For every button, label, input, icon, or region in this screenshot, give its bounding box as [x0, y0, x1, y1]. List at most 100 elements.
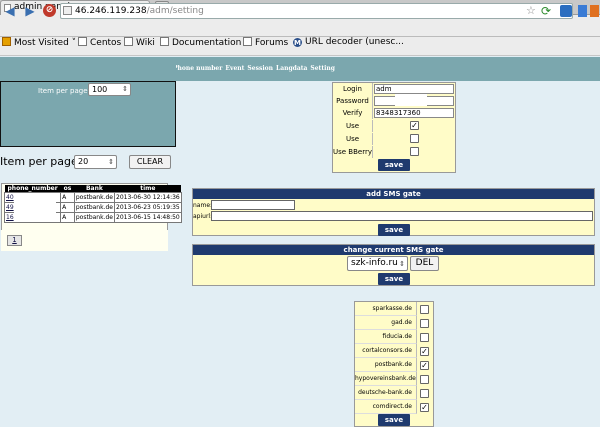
save-gate-button[interactable]: save: [378, 224, 410, 236]
extension-icon[interactable]: [578, 5, 587, 17]
bookmark-star-icon[interactable]: ☆: [526, 3, 536, 19]
use-android-label: Use Android: [333, 120, 373, 142]
column-header: Bank: [74, 185, 115, 193]
bank-cell: postbank.de: [73, 212, 116, 223]
apiurl-label: apiurl:: [193, 213, 213, 220]
stop-icon[interactable]: ⊘: [43, 4, 56, 17]
name-field[interactable]: [211, 200, 295, 210]
menu-event[interactable]: Event: [225, 65, 244, 72]
save-current-gate-button[interactable]: save: [378, 273, 410, 285]
column-header: time: [114, 185, 182, 193]
bank-name: fiducia.de: [355, 330, 417, 344]
phone-number[interactable]: 16: [6, 214, 14, 221]
bookmark-label: URL decoder (unesc...: [305, 37, 404, 47]
bank-checkbox[interactable]: [420, 305, 429, 314]
select-value: szk-info.ru: [351, 258, 398, 268]
url-path: /adm/setting: [146, 6, 204, 16]
delete-gate-button[interactable]: DEL: [410, 256, 439, 271]
bookmark-documentation[interactable]: Documentation: [160, 37, 241, 56]
items-per-page-label: Item per page:: [38, 87, 90, 95]
bank-name: sparkasse.de: [355, 302, 417, 316]
items-per-page-select[interactable]: 20 ⇕: [74, 155, 117, 169]
menu-setting[interactable]: Setting: [310, 65, 335, 72]
items-per-page-label: Item per page:: [0, 155, 82, 168]
url-bar[interactable]: 46.246.119.238/adm/setting: [60, 3, 573, 19]
bank-checkbox[interactable]: [420, 333, 429, 342]
bank-name: cortalconsors.de: [355, 344, 417, 358]
use-bberry-label: Use BBerry: [333, 146, 373, 158]
bank-checkbox[interactable]: [420, 319, 429, 328]
bank-name: gad.de: [355, 316, 417, 330]
os-cell: A: [60, 212, 75, 223]
login-field[interactable]: adm: [374, 84, 454, 94]
pager-panel: [1, 230, 168, 251]
bank-name: postbank.de: [355, 358, 417, 372]
os-cell: A: [60, 192, 75, 203]
bookmark-label: Documentation: [172, 38, 242, 48]
column-header: os: [60, 185, 75, 193]
use-symbian-label: Use Symbian: [333, 133, 373, 155]
bank-name: deutsche-bank.de: [355, 386, 417, 400]
verify-code-field[interactable]: 8348317360: [374, 108, 454, 118]
bank-name: hypovereinsbank.de: [355, 372, 417, 386]
sms-gate-select[interactable]: szk-info.ru ⇕: [347, 256, 408, 271]
page-icon: [243, 37, 252, 46]
site-identity-icon[interactable]: [63, 6, 72, 15]
use-symbian-checkbox[interactable]: [410, 134, 419, 143]
password-label: Password: [333, 95, 373, 107]
page-button[interactable]: 1: [7, 235, 22, 246]
bookmark-wiki[interactable]: Wiki: [124, 37, 155, 56]
bank-cell: postbank.de: [73, 202, 116, 213]
bank-checkbox[interactable]: [420, 389, 429, 398]
bookmark-label: Centos: [90, 38, 122, 48]
forward-arrow-icon[interactable]: ▶: [23, 4, 37, 18]
updown-icon: ⇕: [399, 260, 405, 268]
phone-number[interactable]: 49: [6, 204, 14, 211]
menu-session[interactable]: Session: [247, 65, 273, 72]
bookmark-forums[interactable]: Forums: [243, 37, 288, 56]
bookmark-label: Most Visited: [14, 38, 69, 48]
verify-code-label: Verify Code: [333, 107, 373, 129]
add-sms-gate-title: add SMS gate: [193, 189, 594, 199]
menu-langdata[interactable]: Langdata: [276, 65, 307, 72]
apiurl-field[interactable]: [211, 211, 593, 221]
bank-checkbox[interactable]: ✓: [420, 347, 429, 356]
bank-checkbox[interactable]: [420, 375, 429, 384]
redaction-block: [395, 94, 427, 106]
bookmark-most-visited[interactable]: Most Visited ˅: [2, 37, 76, 56]
phone-number[interactable]: 40: [6, 194, 14, 201]
page-icon: [160, 37, 169, 46]
items-per-page-select[interactable]: 100 ⇕: [88, 83, 131, 96]
extension-icon[interactable]: [560, 5, 572, 17]
top-menu: Phone number Event Session Langdata Setting: [173, 65, 338, 72]
bank-checkbox[interactable]: ✓: [420, 361, 429, 370]
bank-name: comdirect.de: [355, 400, 417, 414]
url-host: 46.246.119.238: [75, 6, 147, 16]
name-label: name:: [193, 202, 213, 209]
use-android-checkbox[interactable]: ✓: [410, 121, 419, 130]
bookmark-url-decoder[interactable]: M URL decoder (unesc...: [293, 37, 404, 56]
bookmark-centos[interactable]: Centos: [78, 37, 121, 56]
bank-checkbox[interactable]: ✓: [420, 403, 429, 412]
updown-icon: ⇕: [108, 158, 114, 166]
use-bberry-checkbox[interactable]: [410, 147, 419, 156]
gear-icon: [2, 37, 11, 46]
time-cell: 2013-06-30 12:14:36: [114, 192, 182, 203]
time-cell: 2013-06-15 14:48:50: [114, 212, 182, 223]
back-arrow-icon[interactable]: ◀: [3, 4, 17, 18]
left-header: [0, 57, 176, 81]
page-icon: [78, 37, 87, 46]
chevron-down-icon: ˅: [68, 38, 77, 48]
bookmark-label: Forums: [255, 38, 289, 48]
extension-icon[interactable]: [590, 5, 599, 17]
save-banks-button[interactable]: save: [378, 414, 410, 426]
save-settings-button[interactable]: save: [378, 159, 410, 171]
select-value: 20: [78, 157, 89, 166]
reload-icon[interactable]: ⟳: [541, 3, 551, 19]
column-header: phone_number: [4, 185, 61, 193]
change-sms-gate-title: change current SMS gate: [193, 245, 594, 255]
updown-icon: ⇕: [122, 85, 128, 93]
bookmark-label: Wiki: [136, 38, 155, 48]
clear-button[interactable]: CLEAR: [129, 155, 171, 169]
menu-phone-number[interactable]: Phone number: [173, 65, 222, 72]
